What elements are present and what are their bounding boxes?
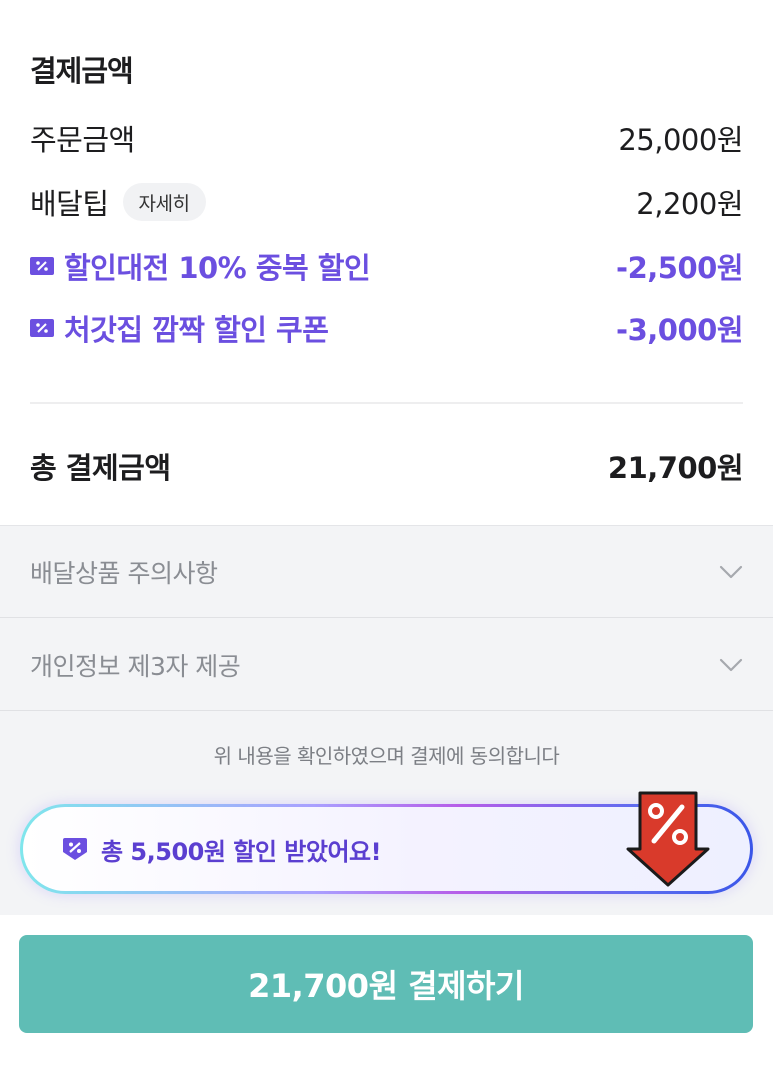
discount-row: 처갓집 깜짝 할인 쿠폰 -3,000원 [30, 308, 743, 348]
chevron-down-icon [719, 565, 743, 578]
discount-banner: 총 5,500원 할인 받았어요! [20, 791, 753, 894]
discount-badge-icon [63, 838, 87, 860]
divider [30, 402, 743, 404]
discount-label-wrap: 할인대전 10% 중복 할인 [30, 245, 371, 287]
banner-text: 총 5,500원 할인 받았어요! [101, 837, 382, 866]
accordion-label: 개인정보 제3자 제공 [30, 651, 241, 681]
discount-label-wrap: 처갓집 깜짝 할인 쿠폰 [30, 307, 329, 349]
order-amount-row: 주문금액 25,000원 [30, 118, 743, 158]
order-amount-label: 주문금액 [30, 123, 135, 157]
coupon-icon [30, 257, 54, 275]
bottom-bar: 21,700원 결제하기 [0, 915, 773, 1074]
discount-value: -3,000원 [616, 313, 743, 347]
total-row: 총 결제금액 21,700원 [30, 444, 744, 488]
section-title: 결제금액 [30, 54, 134, 88]
chevron-down-icon [719, 658, 743, 671]
discount-label: 할인대전 10% 중복 할인 [64, 251, 371, 285]
payment-summary: 결제금액 주문금액 25,000원 배달팁 자세히 2,200원 할인대전 10… [0, 0, 773, 525]
discount-value: -2,500원 [616, 251, 743, 285]
accordion-privacy-third-party[interactable]: 개인정보 제3자 제공 [0, 619, 773, 711]
total-value: 21,700원 [607, 451, 744, 485]
delivery-tip-label: 배달팁 [30, 187, 109, 221]
delivery-tip-label-wrap: 배달팁 자세히 [30, 181, 206, 223]
accordion-delivery-notice[interactable]: 배달상품 주의사항 [0, 526, 773, 618]
delivery-tip-value: 2,200원 [636, 187, 743, 221]
agreement-text: 위 내용을 확인하였으며 결제에 동의합니다 [213, 744, 560, 768]
order-amount-value: 25,000원 [618, 123, 743, 157]
delivery-tip-detail-button[interactable]: 자세히 [122, 183, 206, 221]
discount-label: 처갓집 깜짝 할인 쿠폰 [64, 313, 329, 347]
discount-banner-inner: 총 5,500원 할인 받았어요! [23, 791, 750, 891]
total-label: 총 결제금액 [30, 451, 171, 485]
delivery-tip-row: 배달팁 자세히 2,200원 [30, 182, 743, 222]
pay-button[interactable]: 21,700원 결제하기 [19, 935, 753, 1033]
percent-tag-arrow-icon [626, 791, 710, 887]
accordion-label: 배달상품 주의사항 [30, 558, 218, 588]
discount-row: 할인대전 10% 중복 할인 -2,500원 [30, 246, 743, 286]
coupon-icon [30, 319, 54, 337]
